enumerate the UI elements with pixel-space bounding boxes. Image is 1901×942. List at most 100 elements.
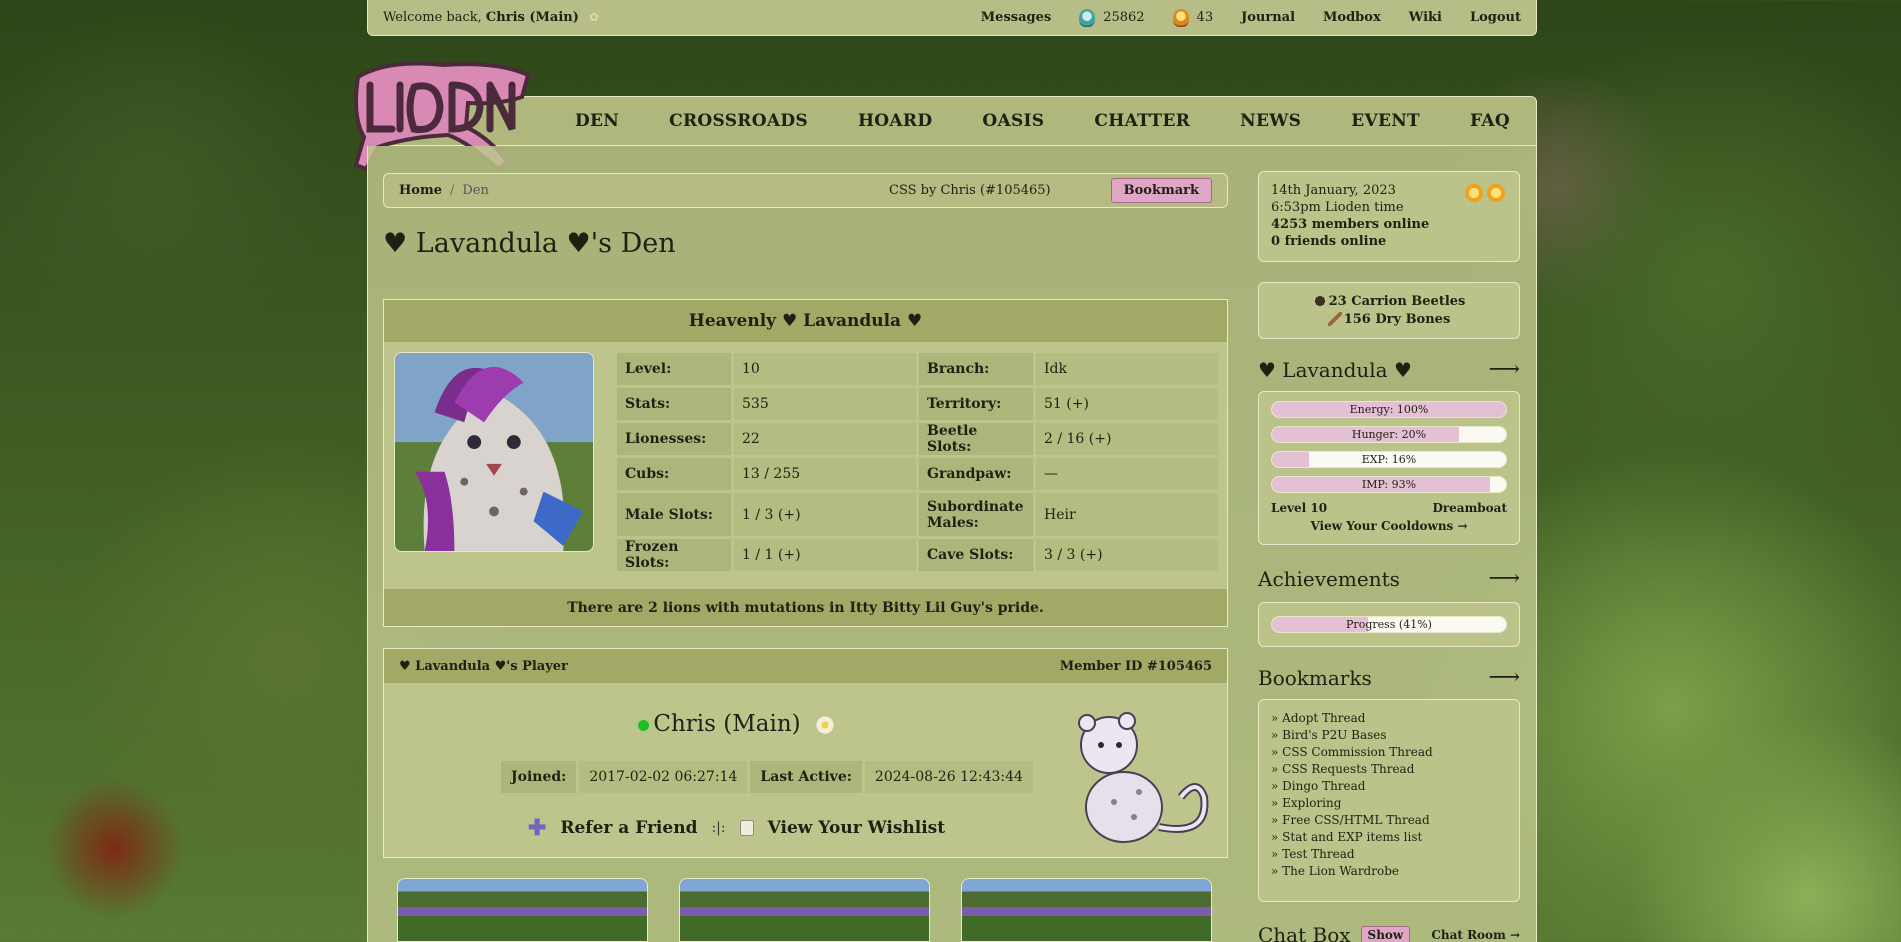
lion-portrait[interactable] (394, 352, 594, 552)
stat-value-subordinate-males[interactable]: Heir (1036, 493, 1218, 536)
player-actions: ✚ Refer a Friend :|: View Your Wishlist (384, 815, 1089, 841)
stat-label-branch: Branch: (919, 353, 1033, 385)
modbox-link[interactable]: Modbox (1323, 10, 1381, 25)
stat-label-subordinate-males: Subordinate Males: (919, 493, 1033, 536)
bookmark-link[interactable]: » CSS Commission Thread (1271, 744, 1507, 761)
wiki-link[interactable]: Wiki (1409, 10, 1442, 25)
sidebar-lion-heading[interactable]: ♥ Lavandula ♥ (1258, 358, 1412, 382)
nav-chatter[interactable]: CHATTER (1094, 111, 1190, 131)
stat-value-lionesses: 22 (734, 423, 916, 455)
den-thumbnail[interactable] (397, 878, 648, 942)
stat-value-beetle-slots[interactable]: 2 / 16 (+) (1036, 423, 1218, 455)
bookmark-link[interactable]: » Adopt Thread (1271, 710, 1507, 727)
stat-value-male-slots[interactable]: 1 / 3 (+) (734, 493, 916, 536)
user-name-link[interactable]: Chris (Main) (486, 10, 579, 25)
achievements-progress-bar: Progress (41%) (1271, 616, 1507, 633)
top-bar: Welcome back, Chris (Main) ✿ Messages 25… (367, 0, 1537, 36)
arrow-right-icon[interactable]: ⟶ (1488, 665, 1520, 690)
lion-stats: Level: 10 Branch: Idk Stats: 535 Territo… (617, 353, 1218, 571)
refer-friend-link[interactable]: Refer a Friend (560, 818, 697, 838)
bookmark-link[interactable]: » CSS Requests Thread (1271, 761, 1507, 778)
stat-value-cubs: 13 / 255 (734, 458, 916, 490)
online-status-icon (638, 719, 650, 731)
stat-label-cubs: Cubs: (617, 458, 731, 490)
lion-heading-row: ♥ Lavandula ♥ ⟶ (1258, 357, 1520, 382)
bookmark-link[interactable]: » Bird's P2U Bases (1271, 727, 1507, 744)
stat-value-grandpaw: — (1036, 458, 1218, 490)
main-nav: DEN CROSSROADS HOARD OASIS CHATTER NEWS … (367, 96, 1537, 146)
bookmark-link[interactable]: » Exploring (1271, 795, 1507, 812)
breadcrumb: Home / Den CSS by Chris (#105465) Bookma… (383, 173, 1228, 208)
lion-card: Heavenly ♥ Lavandula ♥ Level: 10 Branch:… (383, 299, 1228, 627)
stat-value-territory[interactable]: 51 (+) (1036, 388, 1218, 420)
action-divider: :|: (711, 820, 726, 836)
achievements-progress-label: Progress (41%) (1346, 618, 1432, 631)
lion-name[interactable]: Heavenly ♥ Lavandula ♥ (384, 300, 1227, 342)
arrow-right-icon[interactable]: ⟶ (1488, 566, 1520, 591)
lion-title: Dreamboat (1432, 501, 1507, 515)
player-name-row: Chris (Main) (384, 711, 1089, 737)
dry-bones[interactable]: 156 Dry Bones (1344, 312, 1451, 327)
gb-currency-icon (1172, 8, 1189, 27)
logout-link[interactable]: Logout (1470, 10, 1521, 25)
nav-oasis[interactable]: OASIS (982, 111, 1044, 131)
bookmark-link[interactable]: » Test Thread (1271, 846, 1507, 863)
journal-link[interactable]: Journal (1241, 10, 1295, 25)
welcome-prefix: Welcome back, (383, 10, 482, 25)
messages-link[interactable]: Messages (981, 10, 1051, 25)
bookmark-button[interactable]: Bookmark (1110, 178, 1212, 203)
cooldowns-link[interactable]: View Your Cooldowns → (1271, 519, 1507, 533)
page-title: ♥ Lavandula ♥'s Den (383, 228, 676, 259)
stat-value-branch[interactable]: Idk (1036, 353, 1218, 385)
arrow-right-icon[interactable]: ⟶ (1488, 357, 1520, 382)
breadcrumb-separator: / (449, 183, 455, 198)
gb-count-value: 43 (1196, 10, 1214, 25)
sun-icon (1465, 184, 1483, 202)
css-credit[interactable]: CSS by Chris (#105465) (889, 183, 1051, 198)
resources-box: 23 Carrion Beetles 156 Dry Bones (1258, 282, 1520, 339)
mutation-note: There are 2 lions with mutations in Itty… (384, 589, 1227, 626)
wishlist-link[interactable]: View Your Wishlist (768, 818, 945, 838)
sun-icon (1487, 184, 1505, 202)
stat-label-level: Level: (617, 353, 731, 385)
members-online[interactable]: 4253 members online (1271, 216, 1507, 233)
energy-bar: Energy: 100% (1271, 401, 1507, 418)
bone-icon (1327, 312, 1342, 326)
chat-box-heading: Chat Box (1258, 923, 1351, 942)
lion-status-box: Energy: 100% Hunger: 20% EXP: 16% IMP: 9… (1258, 391, 1520, 545)
player-card: ♥ Lavandula ♥'s Player Member ID #105465… (383, 648, 1228, 858)
den-thumbnail[interactable] (961, 878, 1212, 942)
player-name[interactable]: Chris (Main) (653, 711, 800, 737)
stat-value-frozen-slots[interactable]: 1 / 1 (+) (734, 539, 916, 571)
joined-value: 2017-02-02 06:27:14 (579, 761, 748, 793)
nav-den[interactable]: DEN (575, 111, 619, 131)
flower-icon: ✿ (589, 10, 600, 24)
nav-crossroads[interactable]: CROSSROADS (669, 111, 808, 131)
player-dates: Joined: 2017-02-02 06:27:14 Last Active:… (501, 761, 1033, 793)
bookmarks-heading[interactable]: Bookmarks (1258, 666, 1372, 690)
bookmark-link[interactable]: » The Lion Wardrobe (1271, 863, 1507, 880)
carrion-beetles[interactable]: 23 Carrion Beetles (1329, 294, 1466, 309)
bookmark-link[interactable]: » Dingo Thread (1271, 778, 1507, 795)
chat-show-button[interactable]: Show (1360, 926, 1411, 942)
exp-bar-label: EXP: 16% (1361, 453, 1417, 466)
den-thumbnail[interactable] (679, 878, 930, 942)
breadcrumb-home[interactable]: Home (399, 183, 442, 198)
friends-online[interactable]: 0 friends online (1271, 233, 1507, 250)
cub-avatar (1078, 712, 1209, 843)
nav-news[interactable]: NEWS (1240, 111, 1301, 131)
hunger-bar-label: Hunger: 20% (1351, 428, 1427, 441)
lion-level: Level 10 (1271, 501, 1328, 515)
nav-hoard[interactable]: HOARD (858, 111, 932, 131)
stat-value-cave-slots[interactable]: 3 / 3 (+) (1036, 539, 1218, 571)
nav-event[interactable]: EVENT (1351, 111, 1420, 131)
achievements-heading[interactable]: Achievements (1258, 567, 1400, 591)
joined-label: Joined: (501, 761, 577, 793)
bookmark-link[interactable]: » Stat and EXP items list (1271, 829, 1507, 846)
chat-room-link[interactable]: Chat Room → (1431, 928, 1520, 942)
bookmark-link[interactable]: » Free CSS/HTML Thread (1271, 812, 1507, 829)
den-thumbnails (397, 878, 1212, 942)
nav-faq[interactable]: FAQ (1470, 111, 1510, 131)
stat-label-grandpaw: Grandpaw: (919, 458, 1033, 490)
achievements-heading-row: Achievements ⟶ (1258, 566, 1520, 591)
